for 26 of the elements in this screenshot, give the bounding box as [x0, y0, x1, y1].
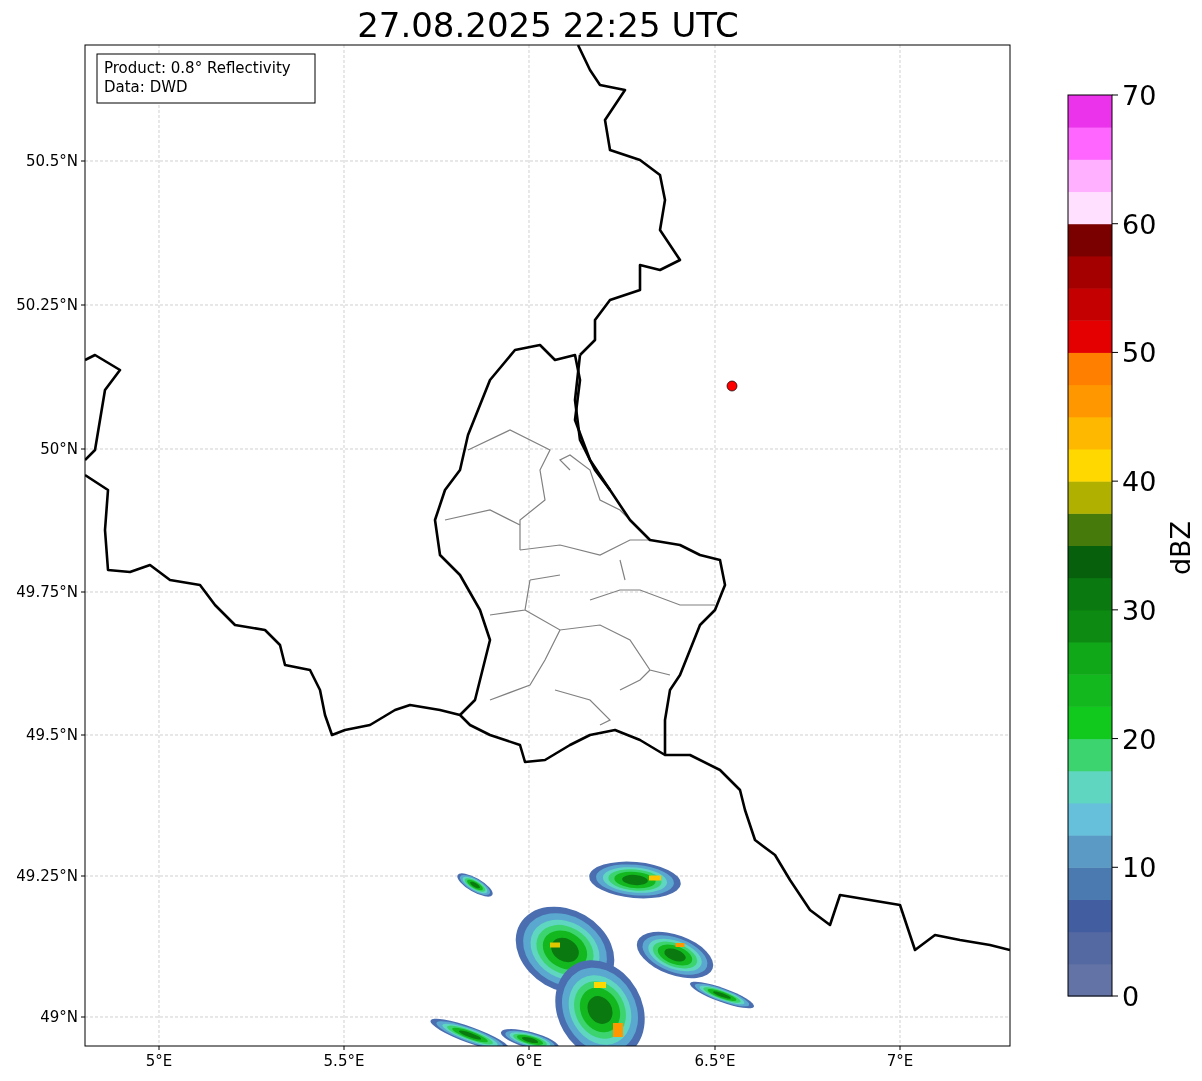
- axis-tick-label: 5.5°E: [323, 1052, 365, 1070]
- axis-tick-label: 49.25°N: [16, 867, 78, 885]
- colorbar-tick-label: 70: [1122, 80, 1157, 111]
- colorbar-label: dBZ: [1165, 520, 1196, 576]
- colorbar-tick-label: 20: [1122, 723, 1157, 755]
- colorbar-tick-label: 60: [1122, 208, 1157, 240]
- axis-tick-label: 6.5°E: [694, 1052, 736, 1070]
- axis-tick-label: 7°E: [886, 1052, 914, 1070]
- radar-site-marker: [726, 380, 738, 392]
- axis-tick-label: 49.5°N: [25, 726, 78, 744]
- district-line: [619, 559, 626, 581]
- axis-tick-label: 50°N: [40, 440, 78, 458]
- info-text: Data: DWD: [104, 78, 188, 96]
- axis-tick-label: 49.75°N: [16, 583, 78, 601]
- info-text: Product: 0.8° Reflectivity: [104, 59, 291, 77]
- axis-tick-label: 50.5°N: [25, 152, 78, 170]
- colorbar-tick-label: 10: [1122, 852, 1157, 884]
- colorbar-tick-label: 40: [1122, 466, 1157, 498]
- axis-tick-label: 5°E: [145, 1052, 173, 1070]
- chart-title: 27.08.2025 22:25 UTC: [357, 5, 739, 45]
- axis-tick-label: 6°E: [515, 1052, 543, 1070]
- axis-tick-label: 49°N: [40, 1008, 78, 1026]
- colorbar-tick-label: 30: [1122, 594, 1157, 626]
- axis-tick-label: 50.25°N: [16, 296, 78, 314]
- colorbar-tick-label: 0: [1122, 981, 1140, 1012]
- colorbar-tick-label: 50: [1122, 337, 1157, 369]
